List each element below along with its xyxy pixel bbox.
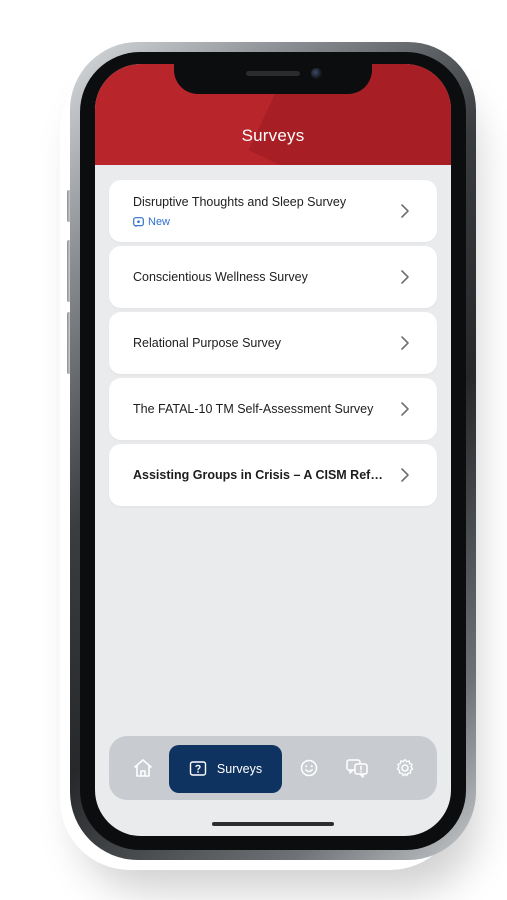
tab-surveys[interactable]: Surveys (169, 745, 282, 793)
phone-notch (174, 64, 372, 94)
new-badge: New (133, 216, 170, 228)
survey-title: Relational Purpose Survey (133, 336, 281, 350)
smiley-icon[interactable] (297, 756, 321, 780)
survey-item-assisting-groups[interactable]: Assisting Groups in Crisis – A CISM Refr… (109, 444, 437, 506)
survey-item-conscientious-wellness[interactable]: Conscientious Wellness Survey (109, 246, 437, 308)
chat-bubbles-icon[interactable] (345, 756, 369, 780)
survey-item-disruptive-thoughts[interactable]: Disruptive Thoughts and Sleep Survey New (109, 180, 437, 242)
front-camera (311, 68, 322, 79)
survey-title: Assisting Groups in Crisis – A CISM Refr… (133, 468, 383, 482)
question-square-icon (189, 761, 207, 776)
survey-title: Conscientious Wellness Survey (133, 270, 308, 284)
survey-item-fatal-10[interactable]: The FATAL-10 TM Self-Assessment Survey (109, 378, 437, 440)
home-indicator (212, 822, 334, 826)
survey-title: The FATAL-10 TM Self-Assessment Survey (133, 402, 374, 416)
mockup-stage: Surveys Disruptive Thoughts and Sleep Su… (0, 0, 507, 900)
chevron-right-icon (401, 270, 409, 284)
speaker-grille (246, 71, 300, 76)
survey-list: Disruptive Thoughts and Sleep Survey New (109, 180, 437, 510)
phone-screen: Surveys Disruptive Thoughts and Sleep Su… (95, 64, 451, 836)
page-title: Surveys (241, 126, 305, 145)
chevron-right-icon (401, 204, 409, 218)
home-icon[interactable] (131, 756, 155, 780)
new-message-icon (133, 216, 144, 228)
chevron-right-icon (401, 336, 409, 350)
chevron-right-icon (401, 468, 409, 482)
gear-icon[interactable] (393, 756, 417, 780)
survey-title: Disruptive Thoughts and Sleep Survey (133, 195, 347, 209)
bottom-tab-bar: Surveys (109, 736, 437, 800)
chevron-right-icon (401, 402, 409, 416)
new-badge-label: New (148, 216, 171, 228)
survey-item-relational-purpose[interactable]: Relational Purpose Survey (109, 312, 437, 374)
tab-surveys-label: Surveys (216, 762, 263, 776)
